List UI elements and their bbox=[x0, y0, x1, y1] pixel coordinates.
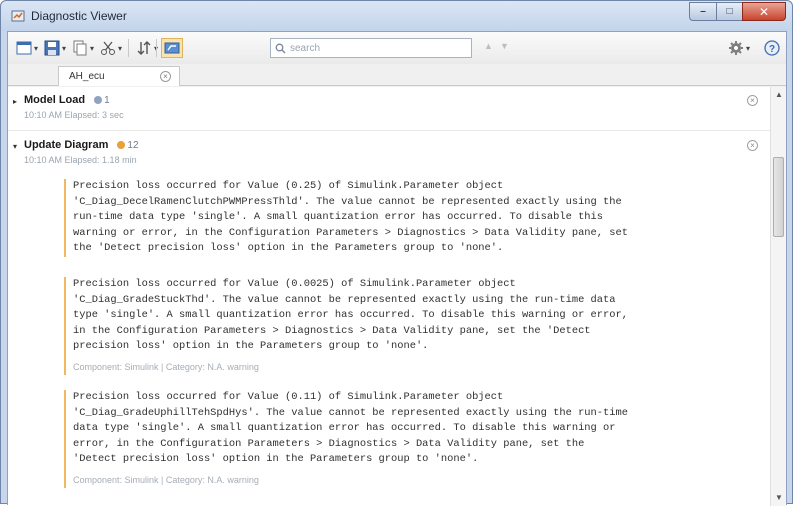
diagnostics-list: ▸ Model Load 1 10:10 AM Elapsed: 3 sec ×… bbox=[8, 87, 770, 506]
group-title: Model Load 1 bbox=[24, 94, 110, 106]
copy-icon bbox=[73, 40, 87, 56]
highlight-toggle[interactable] bbox=[161, 38, 183, 58]
model-highlight-icon bbox=[164, 42, 180, 54]
help-icon: ? bbox=[764, 40, 780, 56]
close-button[interactable]: ✕ bbox=[742, 2, 786, 21]
title-bar[interactable]: Diagnostic Viewer – □ ✕ bbox=[1, 1, 792, 31]
window-title: Diagnostic Viewer bbox=[31, 9, 127, 23]
gear-icon bbox=[729, 41, 743, 55]
group-close-icon[interactable]: × bbox=[747, 95, 758, 106]
sort-icon bbox=[137, 41, 151, 55]
divider bbox=[8, 130, 770, 131]
group-timestamp: 10:10 AM Elapsed: 1.18 min bbox=[24, 155, 137, 165]
minimize-button[interactable]: – bbox=[689, 2, 716, 21]
toolbar-separator bbox=[156, 39, 157, 57]
message-meta: Component: Simulink | Category: N.A. war… bbox=[73, 474, 259, 485]
tab-strip: AH_ecu × bbox=[8, 64, 786, 86]
toolbar-separator bbox=[128, 39, 129, 57]
tab-label: AH_ecu bbox=[69, 71, 105, 82]
next-match-button[interactable]: ▼ bbox=[500, 41, 509, 51]
cut-button[interactable]: ▾ bbox=[100, 38, 122, 58]
diagnostic-message[interactable]: Precision loss occurred for Value (0.11)… bbox=[64, 390, 766, 488]
app-icon bbox=[11, 10, 25, 22]
search-placeholder: search bbox=[290, 42, 321, 54]
scissors-icon bbox=[101, 41, 115, 55]
previous-match-button[interactable]: ▲ bbox=[484, 41, 493, 51]
expand-caret-icon[interactable]: ▾ bbox=[13, 142, 17, 151]
toolbar: ▾ ▾ ▾ ▾ ▾ bbox=[8, 32, 786, 64]
group-close-icon[interactable]: × bbox=[747, 140, 758, 151]
save-icon bbox=[44, 40, 60, 56]
svg-text:?: ? bbox=[769, 44, 775, 55]
tab-ah-ecu[interactable]: AH_ecu × bbox=[58, 66, 180, 86]
search-icon bbox=[275, 43, 286, 53]
filter-button[interactable]: ▾ bbox=[136, 38, 158, 58]
message-meta: Component: Simulink | Category: N.A. war… bbox=[73, 361, 259, 372]
diagnostic-viewer-window: Diagnostic Viewer – □ ✕ ▾ ▾ ▾ ▾ search ▲… bbox=[0, 0, 793, 506]
group-title: Update Diagram 12 bbox=[24, 139, 139, 151]
tab-close-icon[interactable]: × bbox=[160, 71, 171, 82]
warning-icon bbox=[117, 141, 126, 149]
window-controls: – □ ✕ bbox=[689, 2, 786, 22]
layout-icon bbox=[16, 41, 32, 55]
save-button[interactable]: ▾ bbox=[44, 38, 66, 58]
settings-button[interactable]: ▾ bbox=[728, 38, 750, 58]
scroll-thumb[interactable] bbox=[773, 157, 784, 237]
group-model-load[interactable]: ▸ Model Load 1 10:10 AM Elapsed: 3 sec × bbox=[8, 91, 770, 125]
view-mode-button[interactable]: ▾ bbox=[16, 38, 38, 58]
maximize-button[interactable]: □ bbox=[716, 2, 742, 21]
help-button[interactable]: ? bbox=[764, 38, 780, 58]
scroll-up-icon[interactable]: ▲ bbox=[771, 87, 787, 103]
diagnostic-message[interactable]: Precision loss occurred for Value (0.002… bbox=[64, 277, 766, 375]
diagnostic-message[interactable]: Precision loss occurred for Value (0.25)… bbox=[64, 179, 766, 257]
copy-button[interactable]: ▾ bbox=[72, 38, 94, 58]
group-count: 1 bbox=[94, 95, 110, 106]
vertical-scrollbar[interactable]: ▲ ▼ bbox=[770, 87, 786, 506]
info-icon bbox=[94, 96, 103, 104]
group-count: 12 bbox=[117, 140, 139, 151]
search-input[interactable]: search bbox=[270, 38, 472, 58]
group-update-diagram[interactable]: ▾ Update Diagram 12 10:10 AM Elapsed: 1.… bbox=[8, 136, 770, 170]
client-area: ▾ ▾ ▾ ▾ ▾ bbox=[7, 31, 787, 506]
group-timestamp: 10:10 AM Elapsed: 3 sec bbox=[24, 110, 124, 120]
settings-dropdown-arrow: ▾ bbox=[746, 43, 751, 53]
collapse-caret-icon[interactable]: ▸ bbox=[13, 97, 17, 106]
